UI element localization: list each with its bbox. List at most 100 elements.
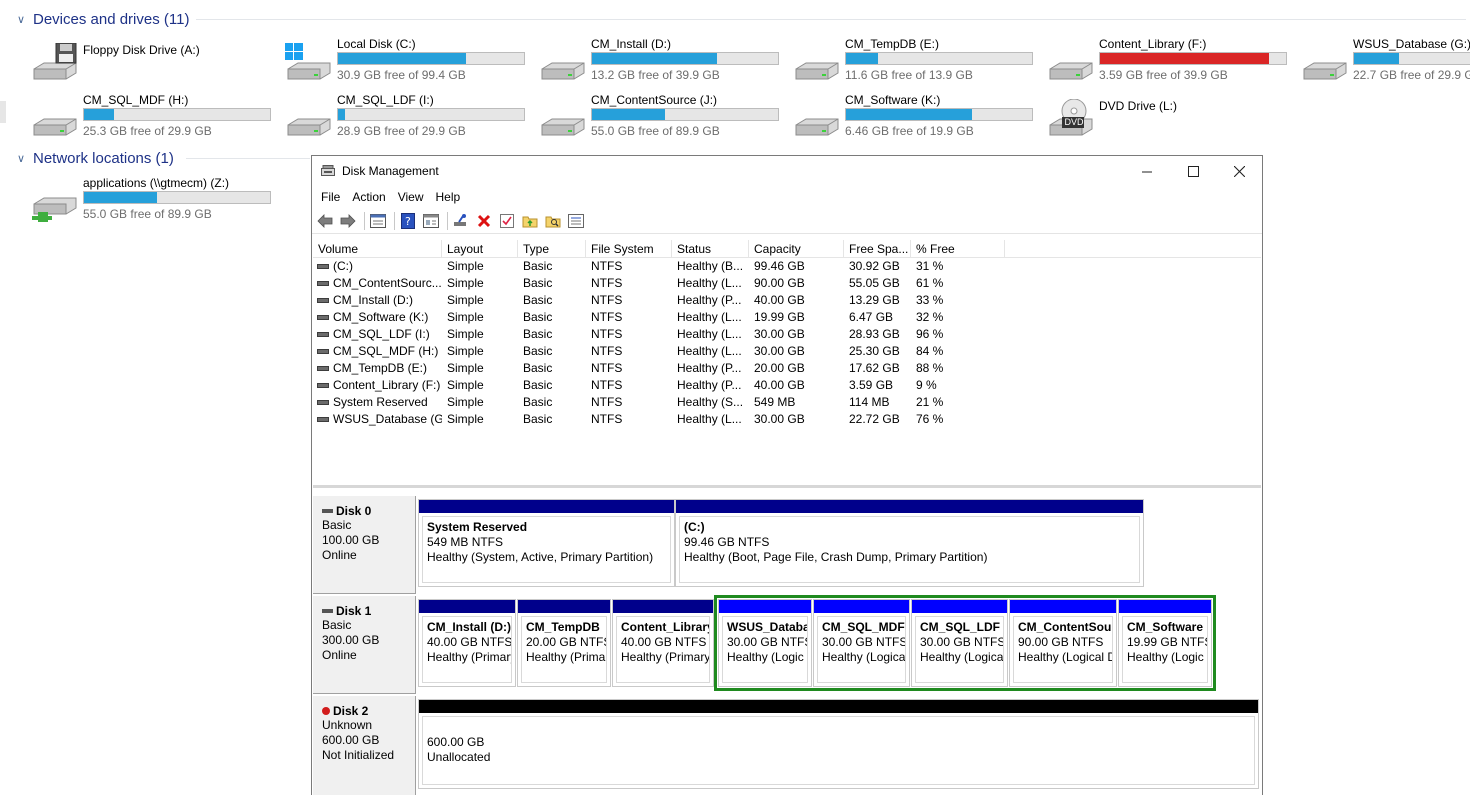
volume-row[interactable]: CM_SQL_MDF (H:)SimpleBasicNTFSHealthy (L… (313, 343, 1261, 360)
menu-action[interactable]: Action (346, 190, 391, 204)
partition-block[interactable]: System Reserved549 MB NTFSHealthy (Syste… (418, 499, 675, 587)
menu-view[interactable]: View (392, 190, 430, 204)
volume-row[interactable]: (C:)SimpleBasicNTFSHealthy (B...99.46 GB… (313, 258, 1261, 275)
disk-label[interactable]: Disk 1Basic300.00 GBOnline (313, 596, 416, 694)
disk-row: Disk 2Unknown600.00 GBNot Initialized600… (313, 696, 1261, 795)
volume-row[interactable]: System ReservedSimpleBasicNTFSHealthy (S… (313, 394, 1261, 411)
drive-free-space: 22.7 GB free of 29.9 GB (1353, 68, 1470, 82)
column-header[interactable]: % Free (911, 240, 1005, 257)
volume-cell: Simple (442, 377, 518, 394)
maximize-button[interactable] (1170, 156, 1216, 186)
delete-button[interactable] (474, 211, 494, 231)
partition-block[interactable]: CM_Install (D:)40.00 GB NTFSHealthy (Pri… (418, 599, 516, 687)
disk-label[interactable]: Disk 0Basic100.00 GBOnline (313, 496, 416, 594)
devices-group-header[interactable]: ∨ Devices and drives (11) (17, 9, 189, 29)
drive-usage-fill (846, 109, 972, 120)
partition-body: 600.00 GBUnallocated (422, 716, 1255, 785)
volume-label: CM_Install (D:) (333, 293, 413, 307)
check-button[interactable] (497, 211, 517, 231)
chevron-down-icon: ∨ (17, 13, 29, 26)
partition-block[interactable]: (C:)99.46 GB NTFSHealthy (Boot, Page Fil… (675, 499, 1144, 587)
volume-row[interactable]: WSUS_Database (G:)SimpleBasicNTFSHealthy… (313, 411, 1261, 428)
drive-usage-fill (84, 109, 114, 120)
volume-label: Content_Library (F:) (333, 378, 440, 392)
column-header[interactable]: File System (586, 240, 672, 257)
partition-status: Unallocated (427, 750, 1254, 765)
volume-row[interactable]: Content_Library (F:)SimpleBasicNTFSHealt… (313, 377, 1261, 394)
menu-file[interactable]: File (315, 190, 346, 204)
forward-button[interactable] (338, 211, 358, 231)
volume-name: CM_SQL_MDF (H:) (313, 343, 442, 360)
drive-item[interactable]: CM_TempDB (E:)11.6 GB free of 13.9 GB (792, 37, 1042, 85)
drive-free-space: 55.0 GB free of 89.9 GB (83, 207, 212, 221)
disk-name-text: Disk 2 (333, 704, 368, 718)
disk-graph-view: Disk 0Basic100.00 GBOnlineSystem Reserve… (313, 491, 1261, 795)
volume-label: CM_ContentSourc... (333, 276, 442, 290)
disk-name-text: Disk 1 (336, 604, 371, 618)
column-header[interactable]: Status (672, 240, 749, 257)
drive-item[interactable]: CM_SQL_MDF (H:)25.3 GB free of 29.9 GB (30, 93, 280, 141)
title-bar[interactable]: Disk Management (312, 156, 1262, 186)
column-header[interactable]: Layout (442, 240, 518, 257)
volume-row[interactable]: CM_Software (K:)SimpleBasicNTFSHealthy (… (313, 309, 1261, 326)
drive-item[interactable]: DVD Drive (L:)DVD (1046, 93, 1296, 141)
volume-cell: 61 % (911, 275, 1005, 292)
volume-cell: Healthy (L... (672, 309, 749, 326)
network-group-header[interactable]: ∨ Network locations (1) (17, 148, 174, 168)
volume-icon (317, 366, 329, 371)
connect-button[interactable] (451, 211, 471, 231)
volume-cell: 17.62 GB (844, 360, 911, 377)
menu-help[interactable]: Help (430, 190, 467, 204)
show-hide-console-button[interactable] (368, 211, 388, 231)
volume-cell: Basic (518, 394, 586, 411)
close-button[interactable] (1216, 156, 1262, 186)
back-button[interactable] (315, 211, 335, 231)
drive-item[interactable]: Local Disk (C:)30.9 GB free of 99.4 GB (284, 37, 534, 85)
help-button[interactable]: ? (398, 211, 418, 231)
volume-cell: 32 % (911, 309, 1005, 326)
minimize-button[interactable] (1124, 156, 1170, 186)
partition-size: 40.00 GB NTFS (621, 635, 709, 650)
drive-item[interactable]: CM_Software (K:)6.46 GB free of 19.9 GB (792, 93, 1042, 141)
drive-item[interactable]: CM_ContentSource (J:)55.0 GB free of 89.… (538, 93, 788, 141)
toolbar-separator (364, 212, 365, 230)
volume-cell: 30.00 GB (749, 411, 844, 428)
settings-list-button[interactable] (566, 211, 586, 231)
disk-label[interactable]: Disk 2Unknown600.00 GBNot Initialized (313, 696, 416, 795)
drive-free-space: 28.9 GB free of 29.9 GB (337, 124, 466, 138)
volume-name: CM_Install (D:) (313, 292, 442, 309)
drive-item[interactable]: WSUS_Database (G:)22.7 GB free of 29.9 G… (1300, 37, 1470, 85)
drive-item[interactable]: Floppy Disk Drive (A:) (30, 37, 280, 85)
unallocated-region[interactable]: 600.00 GBUnallocated (418, 699, 1259, 789)
column-header[interactable]: Capacity (749, 240, 844, 257)
volume-icon (317, 281, 329, 286)
disk-size: 300.00 GB (322, 633, 415, 648)
column-header[interactable]: Volume (313, 240, 442, 257)
group-divider (186, 158, 310, 159)
volume-cell: 20.00 GB (749, 360, 844, 377)
search-folder-button[interactable] (543, 211, 563, 231)
volume-cell: 19.99 GB (749, 309, 844, 326)
drive-item[interactable]: CM_SQL_LDF (I:)28.9 GB free of 29.9 GB (284, 93, 534, 141)
drive-item[interactable]: Content_Library (F:)3.59 GB free of 39.9… (1046, 37, 1296, 85)
volume-row[interactable]: CM_TempDB (E:)SimpleBasicNTFSHealthy (P.… (313, 360, 1261, 377)
volume-row[interactable]: CM_SQL_LDF (I:)SimpleBasicNTFSHealthy (L… (313, 326, 1261, 343)
partition-block[interactable]: CM_TempDB20.00 GB NTFSHealthy (Prima (517, 599, 611, 687)
partition-size: 40.00 GB NTFS (427, 635, 511, 650)
drive-item[interactable]: CM_Install (D:)13.2 GB free of 39.9 GB (538, 37, 788, 85)
volume-cell: Basic (518, 343, 586, 360)
network-drive-item[interactable]: applications (\\gtmecm) (Z:)55.0 GB free… (30, 176, 280, 224)
volume-row[interactable]: CM_ContentSourc...SimpleBasicNTFSHealthy… (313, 275, 1261, 292)
view-button[interactable] (421, 211, 441, 231)
column-header[interactable]: Type (518, 240, 586, 257)
partition-body: System Reserved549 MB NTFSHealthy (Syste… (422, 516, 671, 583)
column-header[interactable]: Free Spa... (844, 240, 911, 257)
folder-up-button[interactable] (520, 211, 540, 231)
volume-row[interactable]: CM_Install (D:)SimpleBasicNTFSHealthy (P… (313, 292, 1261, 309)
search-folder-icon (545, 214, 561, 228)
help-icon: ? (401, 213, 415, 229)
partition-block[interactable]: Content_Library40.00 GB NTFSHealthy (Pri… (612, 599, 714, 687)
drive-usage-bar (83, 191, 271, 204)
properties-list-icon (370, 214, 386, 228)
hard-drive-icon (30, 99, 80, 139)
